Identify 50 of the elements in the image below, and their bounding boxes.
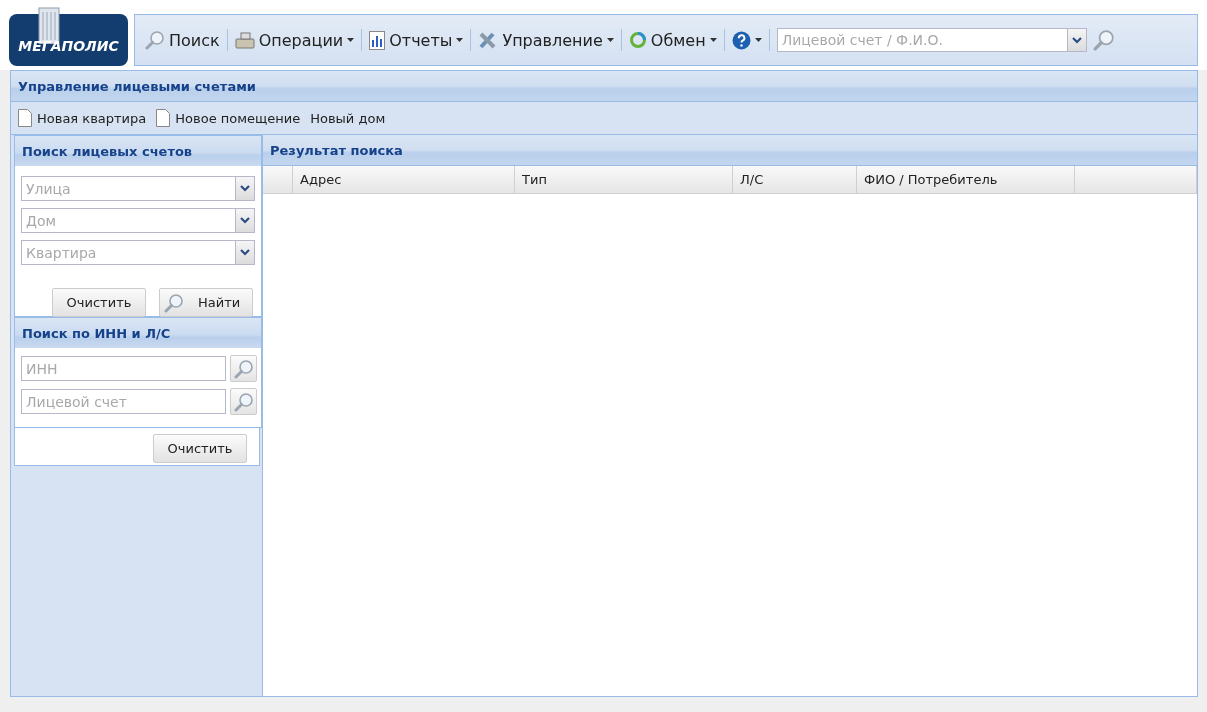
dropdown-button[interactable]: [235, 176, 255, 201]
toolbar-button[interactable]: Новый дом: [310, 110, 386, 126]
caret-icon: [754, 38, 762, 42]
column-header[interactable]: Л/С: [733, 166, 857, 193]
document-icon: [156, 109, 171, 127]
caret-icon: [347, 38, 355, 42]
toolbar-button[interactable]: Новая квартира: [18, 109, 147, 127]
search-icon: [164, 292, 184, 313]
caret-icon: [709, 38, 717, 42]
caret-icon: [606, 38, 614, 42]
menu-button[interactable]: Поиск: [141, 30, 224, 50]
search-icon: [1092, 29, 1115, 51]
document-icon: [18, 109, 32, 127]
search-icon: [233, 391, 254, 412]
clear-button[interactable]: Очистить: [153, 434, 247, 463]
column-header[interactable]: ФИО / Потребитель: [857, 166, 1075, 193]
input-field[interactable]: Лицевой счет: [21, 389, 226, 414]
dropdown-field[interactable]: Квартира: [21, 240, 235, 265]
chevron-down-icon: [240, 185, 250, 192]
search-icon: [145, 30, 165, 50]
chevron-down-icon: [240, 217, 250, 224]
caret-icon: [456, 38, 464, 42]
chevron-down-icon: [1071, 36, 1082, 44]
chevron-down-icon: [240, 249, 250, 256]
menu-button[interactable]: Операции: [230, 30, 359, 50]
dropdown-button[interactable]: [235, 240, 255, 265]
cash-register-icon: [234, 31, 255, 49]
section-title: Поиск лицевых счетов: [22, 143, 193, 159]
dropdown-field[interactable]: Улица: [21, 176, 235, 201]
dropdown-button[interactable]: [1066, 28, 1087, 52]
quick-search-field[interactable]: Лицевой счет / Ф.И.О.: [776, 28, 1067, 52]
dropdown-button[interactable]: [235, 208, 255, 233]
form-button[interactable]: Очистить: [52, 288, 146, 317]
column-header[interactable]: Адрес: [293, 166, 515, 193]
search-icon: [233, 358, 254, 379]
logo-text: МЕГАПОЛИС: [17, 38, 120, 54]
input-field[interactable]: ИНН: [21, 356, 226, 381]
bar-chart-icon: [369, 30, 386, 50]
menu-button[interactable]: Управление: [474, 30, 618, 50]
toolbar-button[interactable]: Новое помещение: [156, 109, 301, 127]
menu-button[interactable]: Обмен: [624, 30, 721, 50]
form-button[interactable]: Найти: [159, 288, 253, 317]
results-title: Результат поиска: [270, 142, 403, 158]
help-icon: [731, 30, 751, 50]
dropdown-field[interactable]: Дом: [21, 208, 235, 233]
refresh-icon: [628, 31, 647, 49]
panel-title: Управление лицевыми счетами: [18, 78, 256, 94]
menu-button[interactable]: Отчеты: [365, 30, 468, 50]
section-title: Поиск по ИНН и Л/С: [22, 325, 171, 341]
column-header[interactable]: Тип: [515, 166, 733, 193]
